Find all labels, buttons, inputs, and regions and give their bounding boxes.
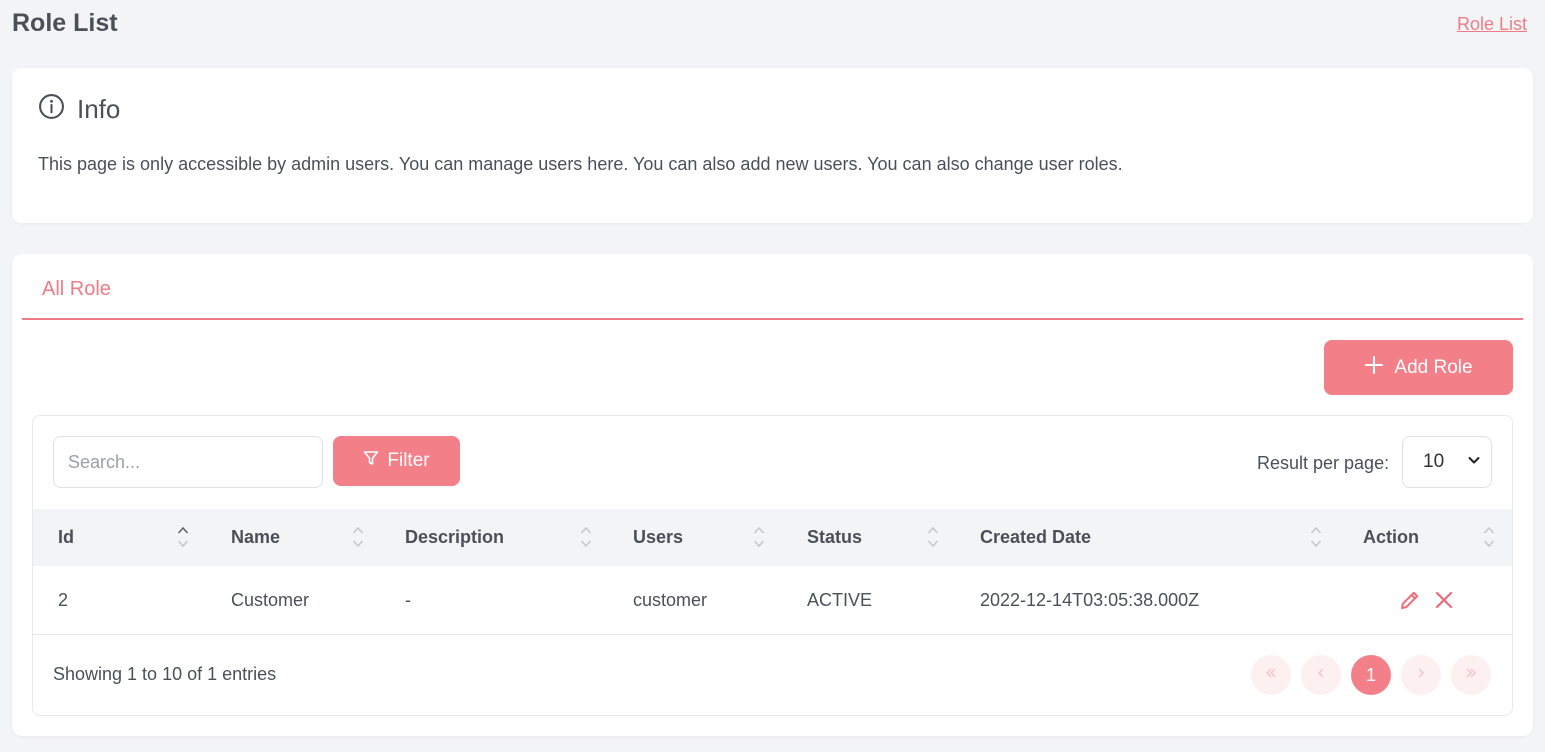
- result-per-page-select[interactable]: 10: [1402, 436, 1492, 488]
- edit-icon[interactable]: [1398, 588, 1422, 617]
- column-header-action[interactable]: Action: [1363, 509, 1419, 566]
- cell-users: customer: [633, 589, 708, 610]
- add-role-label: Add Role: [1394, 356, 1473, 378]
- chevron-right-icon: [1414, 666, 1428, 685]
- info-icon: [38, 93, 65, 125]
- cell-created-date: 2022-12-14T03:05:38.000Z: [980, 589, 1200, 610]
- sort-icon[interactable]: [1483, 525, 1495, 549]
- roles-table: Filter Result per page: 10 Id Name Descr…: [32, 415, 1513, 716]
- roles-card: All Role Add Role Filter Resul: [12, 254, 1533, 736]
- cell-id: 2: [58, 589, 69, 610]
- filter-icon: [363, 450, 379, 472]
- page-button-current[interactable]: 1: [1351, 655, 1391, 695]
- info-header: Info: [38, 93, 120, 125]
- search-input[interactable]: [53, 436, 323, 488]
- double-chevron-left-icon: [1264, 666, 1278, 685]
- cell-description: -: [405, 589, 411, 610]
- column-header-name[interactable]: Name: [231, 509, 280, 566]
- column-header-description[interactable]: Description: [405, 509, 504, 566]
- sort-icon[interactable]: [1310, 525, 1322, 549]
- page: Role List Role List Info This page is on…: [0, 0, 1545, 752]
- table-row: 2 Customer - customer ACTIVE 2022-12-14T…: [33, 566, 1512, 635]
- sort-icon[interactable]: [580, 525, 592, 549]
- column-header-users[interactable]: Users: [633, 509, 683, 566]
- entries-summary: Showing 1 to 10 of 1 entries: [53, 664, 277, 684]
- info-title: Info: [77, 93, 121, 124]
- add-role-button[interactable]: Add Role: [1324, 340, 1513, 395]
- page-title: Role List: [12, 9, 118, 37]
- info-card: Info This page is only accessible by adm…: [12, 68, 1533, 223]
- chevron-down-icon: [1467, 451, 1481, 473]
- sort-icon[interactable]: [177, 525, 189, 549]
- sort-icon[interactable]: [753, 525, 765, 549]
- cell-name: Customer: [231, 589, 310, 610]
- next-page-button[interactable]: [1401, 655, 1441, 695]
- column-header-created-date[interactable]: Created Date: [980, 509, 1091, 566]
- column-header-id[interactable]: Id: [58, 509, 74, 566]
- result-per-page-value: 10: [1423, 451, 1445, 472]
- plus-icon: [1364, 355, 1384, 381]
- delete-icon[interactable]: [1432, 588, 1456, 617]
- chevron-left-icon: [1314, 666, 1328, 685]
- info-text: This page is only accessible by admin us…: [38, 154, 1123, 174]
- column-header-status[interactable]: Status: [807, 509, 862, 566]
- sort-icon[interactable]: [352, 525, 364, 549]
- result-per-page-label: Result per page:: [1257, 453, 1390, 473]
- tab-all-role[interactable]: All Role: [42, 278, 111, 301]
- prev-page-button[interactable]: [1301, 655, 1341, 695]
- last-page-button[interactable]: [1451, 655, 1491, 695]
- first-page-button[interactable]: [1251, 655, 1291, 695]
- filter-label: Filter: [387, 450, 430, 471]
- cell-status: ACTIVE: [807, 589, 873, 610]
- sort-icon[interactable]: [927, 525, 939, 549]
- tab-underline: [22, 318, 1523, 320]
- breadcrumb-link[interactable]: Role List: [1457, 14, 1527, 35]
- filter-button[interactable]: Filter: [333, 436, 460, 486]
- double-chevron-right-icon: [1464, 666, 1478, 685]
- table-header: Id Name Description Users Status Created…: [33, 509, 1512, 566]
